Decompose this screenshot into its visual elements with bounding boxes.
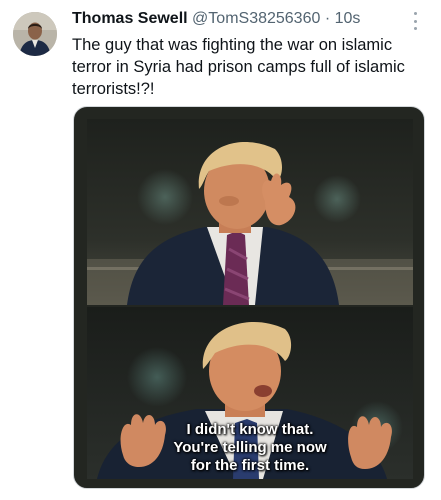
caption-line-2: You're telling me now (173, 439, 327, 456)
tweet-text: The guy that was fighting the war on isl… (72, 36, 405, 98)
avatar[interactable] (13, 12, 57, 56)
tweet-header: Thomas Sewell @TomS38256360 · 10s (72, 9, 360, 31)
more-options-icon[interactable] (408, 12, 422, 30)
header-separator: · (324, 10, 331, 27)
meme-caption: I didn't know that. You're telling me no… (87, 421, 413, 475)
timestamp[interactable]: 10s (335, 10, 361, 27)
caption-line-1: I didn't know that. (186, 421, 314, 438)
author-handle[interactable]: @TomS38256360 (192, 10, 320, 27)
caption-line-3: for the first time. (190, 457, 310, 474)
meme-panel-bottom: I didn't know that. You're telling me no… (87, 307, 413, 479)
tweet-media[interactable]: I didn't know that. You're telling me no… (73, 106, 425, 489)
author-name[interactable]: Thomas Sewell (72, 10, 188, 27)
meme-panel-top (87, 119, 413, 305)
tweet-card[interactable]: Thomas Sewell @TomS38256360 · 10s The gu… (0, 0, 441, 500)
